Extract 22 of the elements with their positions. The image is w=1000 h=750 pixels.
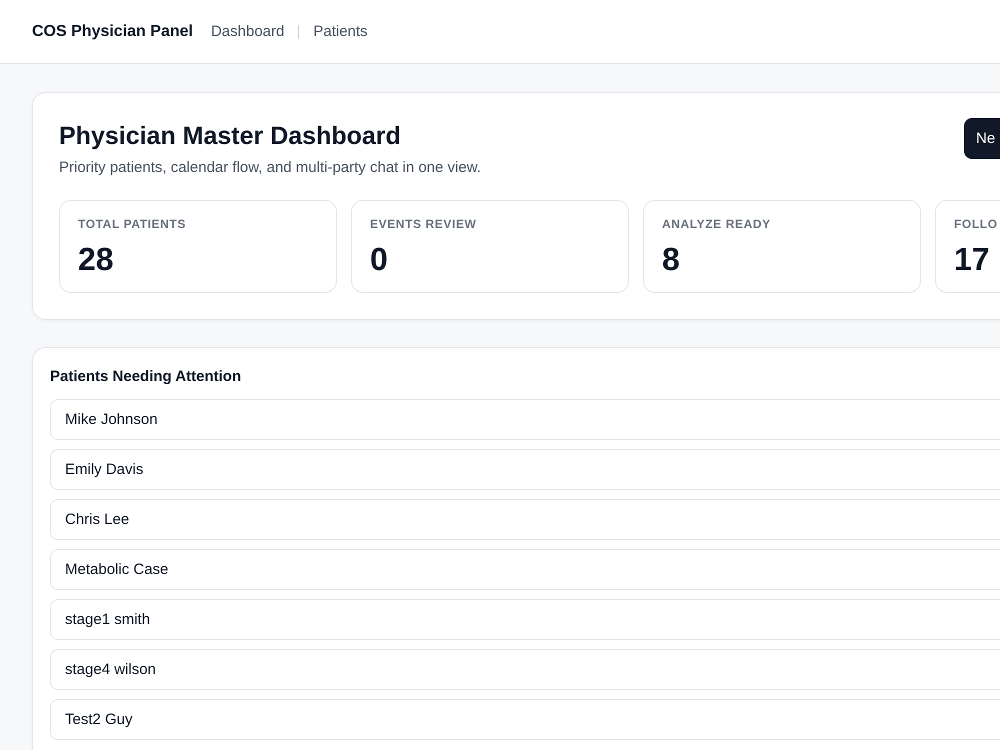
stat-value: 0	[370, 241, 389, 278]
stat-label: EVENTS REVIEW	[370, 217, 478, 231]
nav-link[interactable]: Dashboard	[210, 23, 284, 40]
patient-row[interactable]: Mike Johnson	[50, 399, 1000, 440]
section-title: Patients Needing Attention	[50, 368, 242, 385]
stat-value: 28	[78, 241, 115, 278]
patient-row[interactable]: Chris Lee	[50, 499, 1000, 540]
patient-row[interactable]: Test2 Guy	[50, 699, 1000, 740]
page-title: Physician Master Dashboard	[59, 122, 402, 151]
stat-value: 8	[662, 241, 681, 278]
page-subtitle: Priority patients, calendar flow, and multi-party chat in one view.	[59, 159, 482, 176]
new-button[interactable]: Ne	[964, 118, 1000, 159]
nav-link[interactable]: Patients	[313, 23, 368, 40]
patient-row[interactable]: Emily Davis	[50, 449, 1000, 490]
stat-value: 17	[954, 241, 991, 278]
patient-row[interactable]: Metabolic Case	[50, 549, 1000, 590]
patient-row[interactable]: stage1 smith	[50, 599, 1000, 640]
stat-label: FOLLO	[954, 217, 999, 231]
stat-label: TOTAL PATIENTS	[78, 217, 187, 231]
stat-label: ANALYZE READY	[662, 217, 772, 231]
patient-row[interactable]: stage4 wilson	[50, 649, 1000, 690]
app-title: COS Physician Panel	[32, 22, 193, 40]
